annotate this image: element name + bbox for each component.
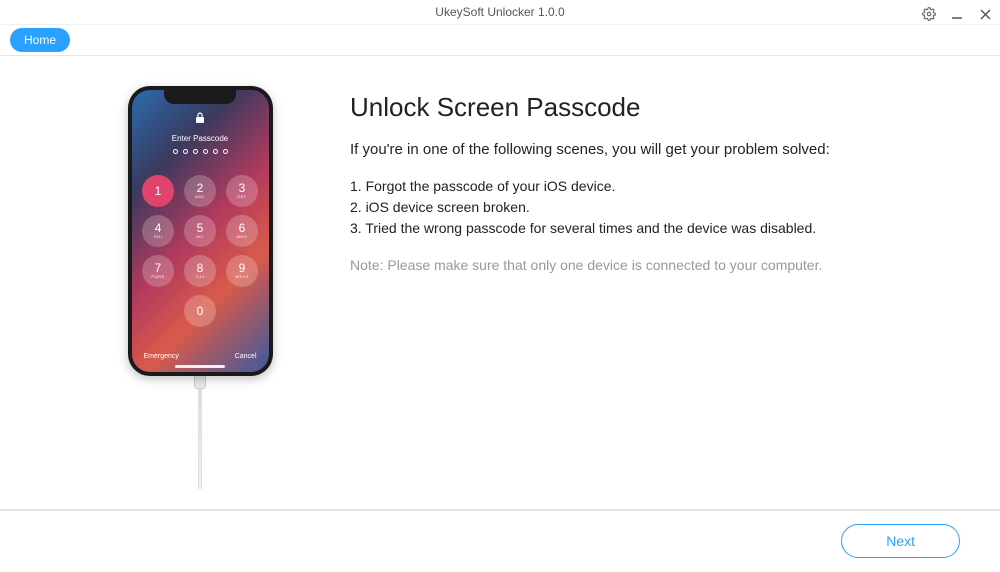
settings-icon[interactable] — [922, 7, 936, 21]
phone-illustration-column: Enter Passcode 1 2ABC 3DEF 4GHI 5JKL 6MN… — [60, 86, 340, 489]
titlebar: UkeySoft Unlocker 1.0.0 — [0, 0, 1000, 25]
keypad: 1 2ABC 3DEF 4GHI 5JKL 6MNO 7PQRS 8TUV 9W… — [142, 175, 258, 327]
key-6: 6MNO — [226, 215, 258, 247]
note-text: Note: Please make sure that only one dev… — [350, 257, 960, 273]
window-controls — [922, 0, 992, 28]
main-content: Enter Passcode 1 2ABC 3DEF 4GHI 5JKL 6MN… — [0, 55, 1000, 510]
lock-icon — [132, 112, 269, 126]
scene-list: 1. Forgot the passcode of your iOS devic… — [350, 176, 960, 239]
passcode-dots — [132, 149, 269, 154]
topbar: Home — [0, 25, 1000, 55]
cancel-label: Cancel — [235, 353, 257, 360]
phone-notch — [164, 90, 236, 104]
minimize-icon[interactable] — [950, 7, 964, 21]
home-button[interactable]: Home — [10, 28, 70, 52]
window-title: UkeySoft Unlocker 1.0.0 — [435, 5, 564, 19]
key-9: 9WXYZ — [226, 255, 258, 287]
scene-3: 3. Tried the wrong passcode for several … — [350, 218, 960, 239]
key-7: 7PQRS — [142, 255, 174, 287]
key-4: 4GHI — [142, 215, 174, 247]
key-2: 2ABC — [184, 175, 216, 207]
page-heading: Unlock Screen Passcode — [350, 92, 960, 123]
close-icon[interactable] — [978, 7, 992, 21]
cable-wire — [198, 389, 202, 489]
cable-plug — [194, 375, 206, 389]
scene-1: 1. Forgot the passcode of your iOS devic… — [350, 176, 960, 197]
footer: Next — [0, 510, 1000, 572]
phone-screen: Enter Passcode 1 2ABC 3DEF 4GHI 5JKL 6MN… — [132, 90, 269, 372]
home-indicator — [175, 365, 225, 368]
key-5: 5JKL — [184, 215, 216, 247]
key-8: 8TUV — [184, 255, 216, 287]
lock-area: Enter Passcode — [132, 112, 269, 154]
text-column: Unlock Screen Passcode If you're in one … — [340, 86, 960, 489]
emergency-label: Emergency — [144, 353, 179, 360]
key-0: 0 — [184, 295, 216, 327]
scene-2: 2. iOS device screen broken. — [350, 197, 960, 218]
intro-text: If you're in one of the following scenes… — [350, 141, 960, 158]
cable-illustration — [194, 376, 206, 489]
phone-mockup: Enter Passcode 1 2ABC 3DEF 4GHI 5JKL 6MN… — [128, 86, 273, 376]
key-3: 3DEF — [226, 175, 258, 207]
key-1: 1 — [142, 175, 174, 207]
next-button[interactable]: Next — [841, 524, 960, 558]
phone-bottom-row: Emergency Cancel — [132, 353, 269, 360]
enter-passcode-label: Enter Passcode — [132, 134, 269, 143]
